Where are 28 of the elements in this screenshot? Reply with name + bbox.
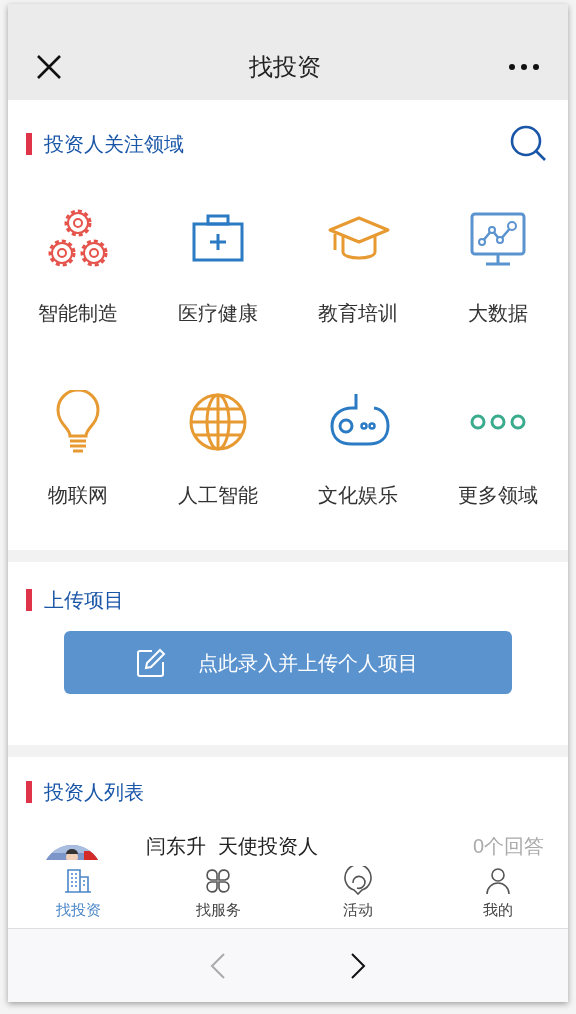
section-title: 投资人关注领域 (44, 132, 184, 157)
field-label[interactable]: 智能制造 (38, 298, 118, 328)
tab[interactable]: 找投资 (8, 860, 148, 928)
tab[interactable]: 活动 (288, 860, 428, 928)
person-icon (483, 866, 513, 897)
edit-icon (136, 647, 166, 678)
more-icon[interactable] (508, 63, 540, 71)
search-icon[interactable] (510, 125, 548, 163)
answer-count: 0个回答 (472, 834, 544, 859)
investor-name[interactable]: 闫东升 (146, 831, 206, 860)
field-label[interactable]: 更多领域 (458, 480, 538, 510)
tab[interactable]: 我的 (428, 860, 568, 928)
field-label[interactable]: 教育培训 (318, 298, 398, 328)
field-label[interactable]: 大数据 (468, 298, 528, 328)
section-marker (26, 133, 32, 155)
field-label[interactable]: 医疗健康 (178, 298, 258, 328)
section-marker (26, 781, 32, 803)
section-title: 上传项目 (44, 587, 124, 613)
field-label[interactable]: 人工智能 (178, 480, 258, 510)
section-marker (26, 588, 32, 611)
investor-role: 天使投资人 (218, 834, 318, 859)
section-title: 投资人列表 (44, 780, 144, 805)
field-label[interactable]: 文化娱乐 (318, 480, 398, 510)
tab[interactable]: 找服务 (148, 860, 288, 928)
chat-bubble-icon (343, 866, 373, 897)
page-title: 找投资 (249, 52, 321, 83)
field-label[interactable]: 物联网 (48, 480, 108, 510)
close-icon[interactable] (36, 54, 62, 80)
